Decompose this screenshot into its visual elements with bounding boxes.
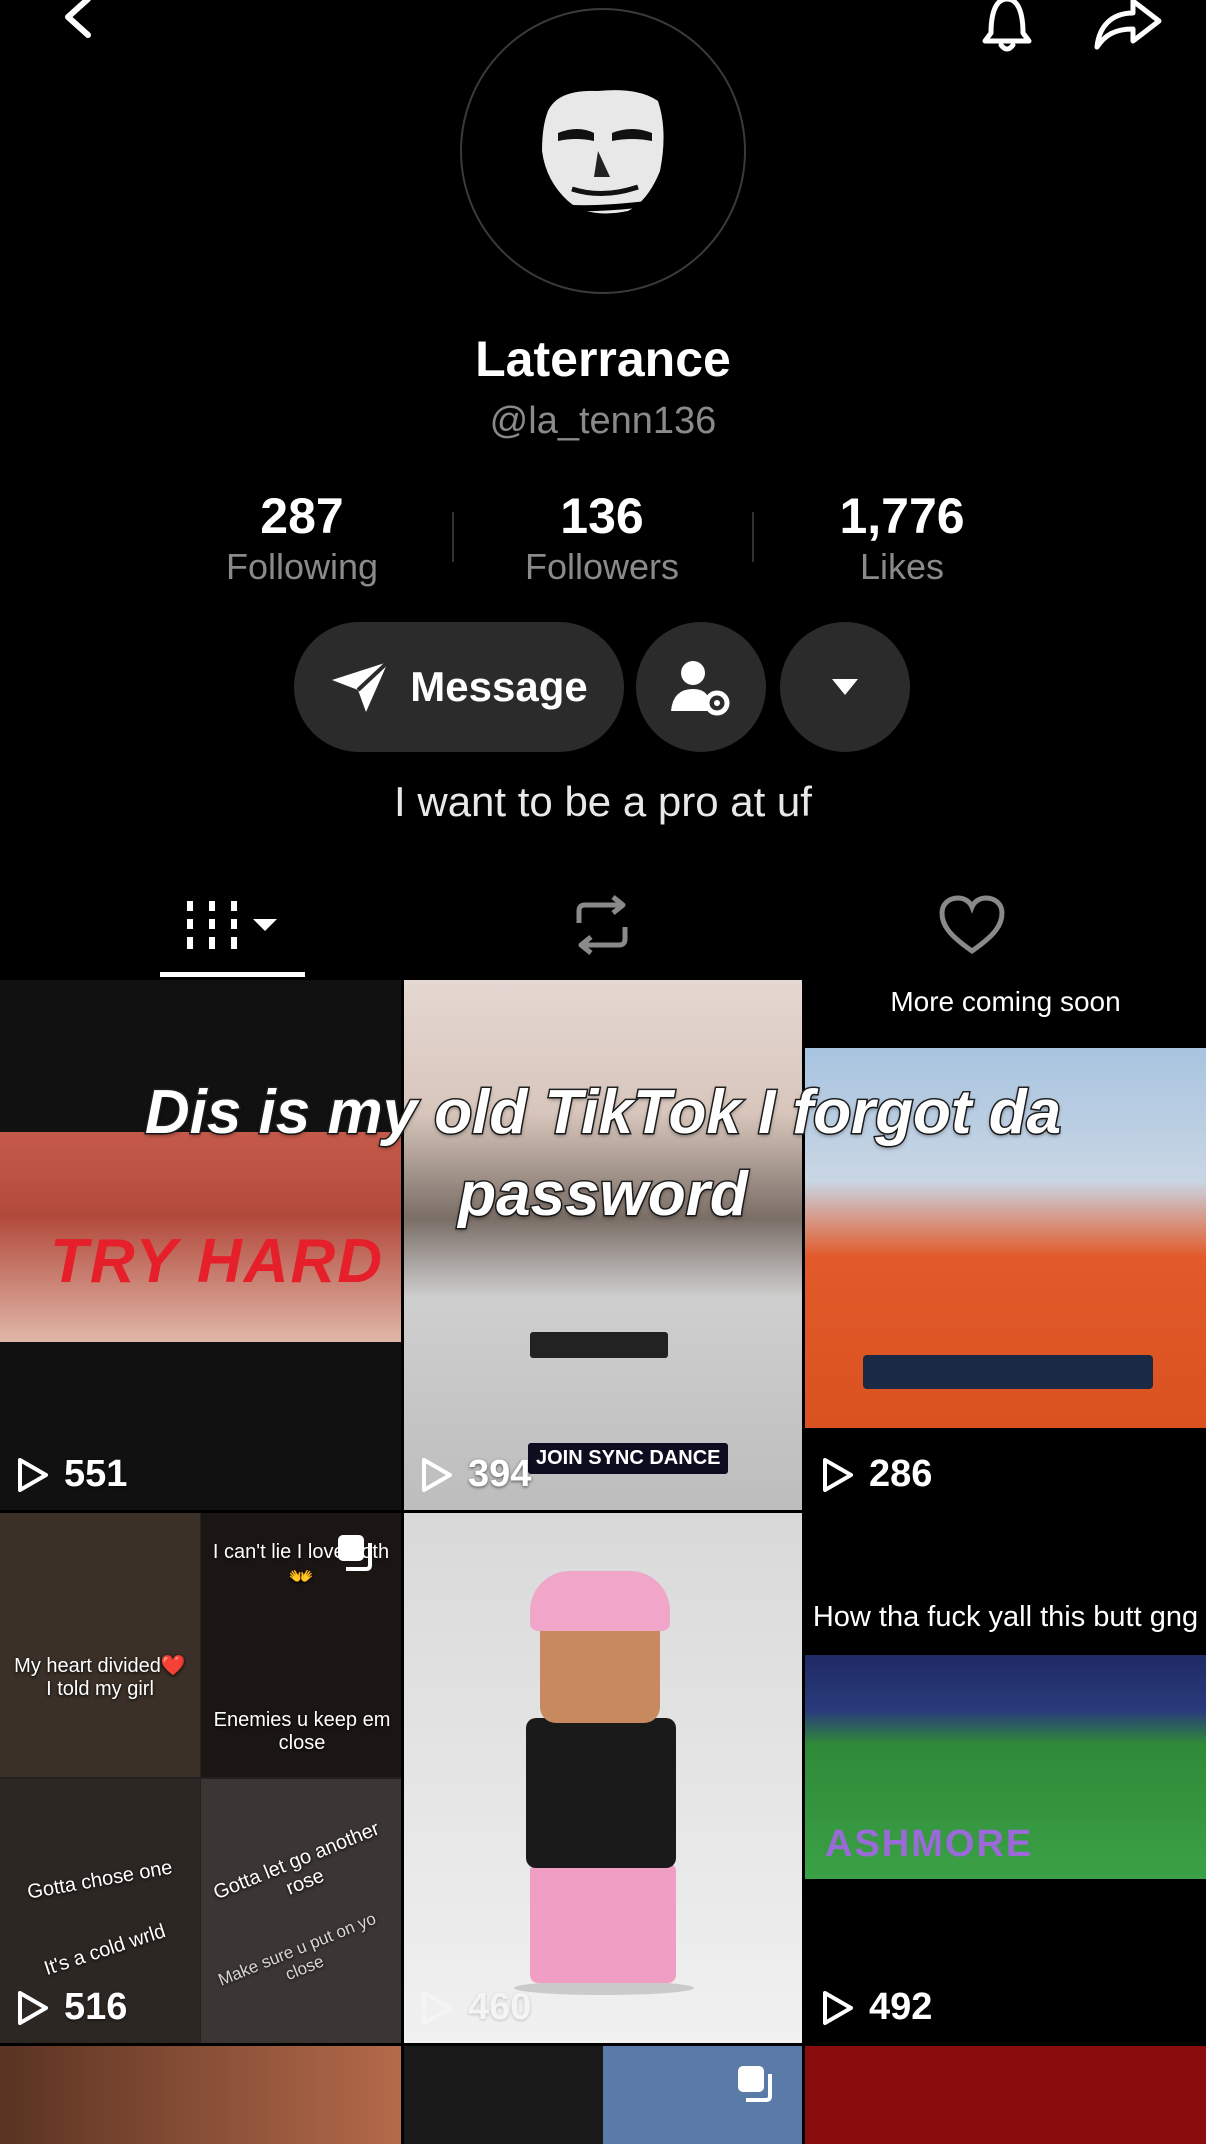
collage-panel: Gotta let go another rose Make sure u pu… [201,1779,401,2043]
chevron-left-icon [65,0,91,38]
bell-icon [982,0,1032,52]
notifications-button[interactable] [972,0,1042,60]
play-icon [18,1457,48,1492]
collage-caption: It's a cold wrld [41,1920,169,1980]
grid-icon [186,901,277,949]
play-icon [422,1457,452,1492]
view-count: 394 [420,1453,531,1496]
thumbnail-nameplate [530,1332,668,1358]
video-thumbnail[interactable]: TRY HARD 551 [0,980,401,1510]
video-thumbnail[interactable] [805,2046,1206,2144]
content-tabs [0,870,1206,980]
followers-stat[interactable]: 136 Followers [472,488,732,590]
thumbnail-hud [863,1355,1153,1389]
thumbnail-text: TRY HARD [50,1227,385,1296]
view-count-value: 394 [468,1453,532,1495]
profile-actions: Message [0,622,1206,754]
thumbnail-text: How tha fuck yall this butt gng [812,1601,1199,1633]
play-icon [823,1457,853,1492]
likes-stat[interactable]: 1,776 Likes [772,488,1032,590]
tab-reposts[interactable] [542,870,662,980]
stat-divider [452,512,454,562]
tab-videos[interactable] [160,870,305,980]
view-count-value: 286 [869,1453,933,1495]
collage-caption: Gotta chose one [25,1856,175,1904]
active-tab-indicator [160,972,305,977]
following-stat[interactable]: 287 Following [172,488,432,590]
back-button[interactable] [48,0,108,50]
video-thumbnail[interactable] [0,2046,401,2144]
avatar-hat [530,1571,670,1631]
display-name: Laterrance [475,331,731,387]
view-count: 492 [821,1986,932,2029]
heart-icon [939,895,1005,955]
avatar-legs [530,1863,676,1983]
followers-count: 136 [560,488,644,544]
multi-image-icon [338,1535,372,1571]
following-label: Following [225,546,379,587]
friend-settings-button[interactable] [636,622,766,752]
view-count: 460 [420,1986,531,2029]
user-gear-icon [671,661,730,716]
video-thumbnail[interactable]: How tha fuck yall this butt gng ASHMORE … [805,1513,1206,2043]
share-arrow-icon [1094,0,1162,50]
share-button[interactable] [1090,0,1166,60]
view-count-value: 460 [468,1986,532,2028]
caret-down-icon [832,679,858,695]
more-options-button[interactable] [780,622,910,752]
repost-icon [576,895,628,955]
multi-image-icon [738,2066,772,2102]
username-handle: @la_tenn136 [489,400,717,442]
view-count-value: 551 [64,1453,128,1495]
send-icon [332,660,390,712]
thumbnail-text: JOIN SYNC DANCE [528,1443,729,1474]
collage-caption: My heart divided❤️ I told my girl [14,1655,186,1700]
likes-count: 1,776 [839,488,965,544]
profile-bio: I want to be a pro at uf [394,778,812,825]
view-count-value: 516 [64,1986,128,2028]
view-count: 286 [821,1453,932,1496]
video-thumbnail[interactable] [404,2046,802,2144]
followers-label: Followers [524,546,680,587]
video-thumbnail[interactable]: More coming soon 286 [805,980,1206,1510]
likes-label: Likes [859,546,945,587]
avatar-face-image [541,90,669,214]
play-icon [823,1990,853,2025]
following-count: 287 [260,488,344,544]
play-icon [18,1990,48,2025]
avatar[interactable] [460,8,746,294]
message-button[interactable]: Message [294,622,624,752]
video-thumbnail[interactable]: JOIN SYNC DANCE 394 [404,980,802,1510]
profile-stats: 287 Following 136 Followers 1,776 Likes [0,488,1206,598]
collage-caption: Enemies u keep em close [213,1709,391,1754]
video-thumbnail[interactable]: My heart divided❤️ I told my girl I can'… [0,1513,401,2043]
avatar-torso [526,1718,676,1868]
view-count: 516 [16,1986,127,2029]
thumbnail-text: ASHMORE [825,1823,1034,1865]
tab-liked[interactable] [912,870,1032,980]
collage-panel: My heart divided❤️ I told my girl [0,1513,200,1777]
thumbnail-text: More coming soon [890,986,1121,1017]
stat-divider [752,512,754,562]
message-label: Message [410,663,588,710]
avatar-shadow [514,1981,694,1995]
video-thumbnail[interactable]: 460 [404,1513,802,2043]
view-count: 551 [16,1453,127,1496]
play-icon [422,1990,452,2025]
view-count-value: 492 [869,1986,933,2028]
pinned-caption-overlay: Dis is my old TikTok I forgot da passwor… [143,1077,1062,1231]
